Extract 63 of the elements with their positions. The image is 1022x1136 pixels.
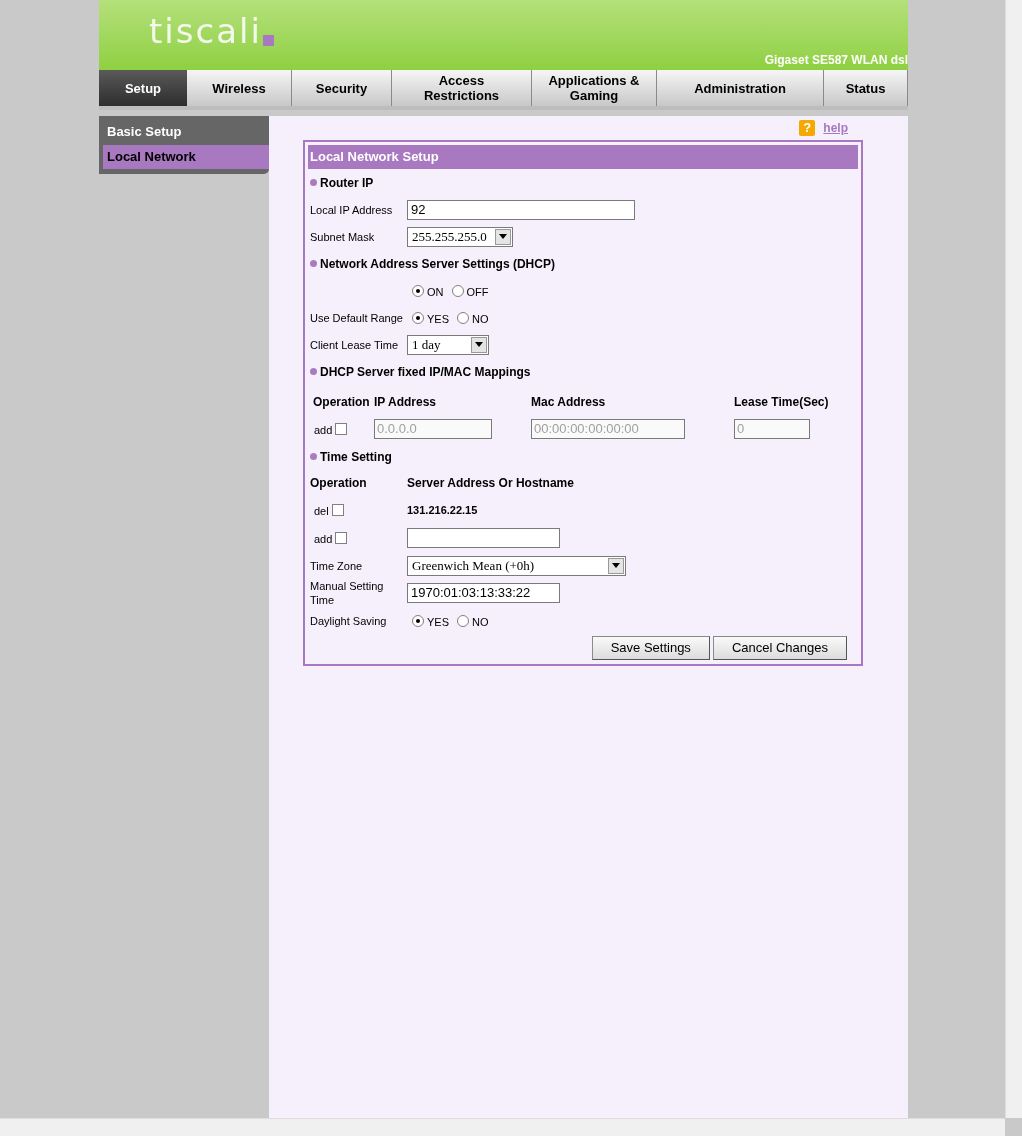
radio-button[interactable]	[412, 614, 424, 627]
sidebar-item[interactable]: Local Network	[103, 145, 269, 169]
nav-tab[interactable]: Access Restrictions	[392, 70, 532, 106]
help-icon: ?	[799, 120, 816, 136]
bullet-icon	[310, 260, 317, 267]
operation-label: add	[314, 532, 333, 548]
panel-title: Local Network Setup	[308, 145, 858, 169]
nav-tab[interactable]: Status	[824, 70, 908, 106]
field-label: Manual Setting Time	[310, 579, 385, 607]
action-button[interactable]: Save Settings	[591, 636, 710, 660]
nav-tab[interactable]: Applications & Gaming	[532, 70, 657, 106]
caret-icon	[499, 234, 507, 239]
field-label: Client Lease Time	[310, 337, 400, 352]
text-field[interactable]	[407, 528, 560, 548]
checkbox[interactable]	[331, 504, 344, 516]
operation-label: del	[314, 504, 329, 520]
bullet-icon	[310, 179, 317, 186]
operation-label: add	[314, 423, 333, 439]
caret-icon	[475, 342, 483, 347]
column-header: Lease Time(Sec)	[734, 394, 829, 411]
nav-tab[interactable]: Security	[292, 70, 392, 106]
action-button[interactable]: Cancel Changes	[712, 636, 847, 660]
text-field[interactable]: 1970:01:03:13:33:22	[407, 583, 560, 603]
logo: tiscali	[149, 14, 262, 48]
radio-button[interactable]	[451, 284, 464, 297]
radio-label: OFF	[466, 284, 489, 300]
bullet-icon	[310, 368, 317, 375]
section-heading: Network Address Server Settings (DHCP)	[320, 255, 555, 273]
checkbox[interactable]	[335, 532, 348, 544]
column-header: Operation	[310, 475, 368, 492]
nav-tab[interactable]: Setup	[99, 70, 187, 106]
dropdown[interactable]: 1 day	[407, 334, 489, 355]
radio-button[interactable]	[457, 614, 469, 627]
dropdown[interactable]: Greenwich Mean (+0h)	[407, 555, 626, 576]
column-header: IP Address	[374, 394, 438, 411]
server-address: 131.216.22.15	[407, 502, 478, 518]
radio-button[interactable]	[412, 284, 424, 297]
bullet-icon	[310, 453, 317, 460]
radio-button[interactable]	[412, 311, 424, 324]
radio-label: ON	[427, 284, 444, 300]
model-name: Gigaset SE587 WLAN dsl	[764, 52, 908, 69]
nav-tab[interactable]: Administration	[657, 70, 824, 106]
field-label: Local IP Address	[310, 202, 394, 217]
column-header: Server Address Or Hostname	[407, 475, 574, 492]
dropdown[interactable]: 255.255.255.0	[407, 226, 513, 247]
caret-icon	[612, 563, 620, 568]
column-header: Mac Address	[531, 394, 607, 411]
section-heading: DHCP Server fixed IP/MAC Mappings	[320, 363, 531, 381]
radio-label: NO	[472, 614, 489, 630]
field-label: Subnet Mask	[310, 229, 376, 244]
field-label: Time Zone	[310, 558, 364, 573]
section-heading: Router IP	[320, 174, 374, 192]
radio-label: NO	[472, 311, 489, 327]
field-label: Daylight Saving	[310, 613, 388, 628]
radio-label: YES	[427, 614, 449, 630]
field-label: Use Default Range	[310, 310, 404, 325]
nav-tab[interactable]: Wireless	[187, 70, 292, 106]
sidebar-item[interactable]: Basic Setup	[103, 120, 269, 144]
section-heading: Time Setting	[320, 448, 392, 466]
column-header: Operation	[313, 394, 371, 411]
radio-label: YES	[427, 311, 449, 327]
text-field[interactable]: 92	[407, 199, 635, 220]
radio-button[interactable]	[457, 311, 469, 324]
